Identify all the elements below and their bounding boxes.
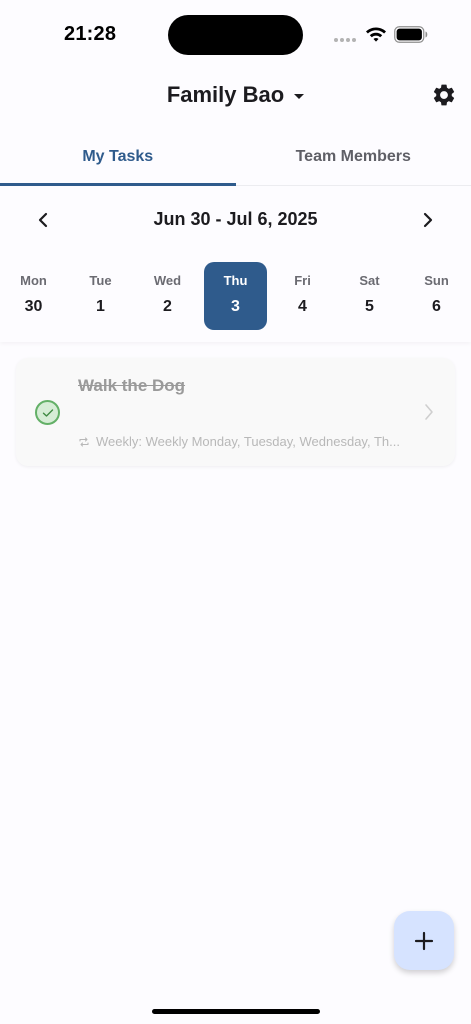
battery-icon [394,26,428,43]
status-time: 21:28 [64,23,117,45]
day-number: 4 [298,298,307,315]
day-number: 30 [24,298,43,315]
wifi-icon [366,27,386,42]
gear-icon[interactable] [431,82,457,108]
day-fri[interactable]: Fri 4 [271,262,334,330]
day-number: 2 [163,298,172,315]
day-sat[interactable]: Sat 5 [338,262,401,330]
next-week-button[interactable] [415,207,441,233]
week-range-label: Jun 30 - Jul 6, 2025 [153,209,318,229]
tab-team-members[interactable]: Team Members [236,128,471,185]
week-navigation: Jun 30 - Jul 6, 2025 [0,204,471,236]
tab-bar: My Tasks Team Members [0,128,471,186]
add-task-button[interactable] [394,911,454,970]
day-number: 3 [231,298,240,315]
day-of-week: Sat [359,273,380,288]
day-sun[interactable]: Sun 6 [405,262,468,330]
team-name: Family Bao [166,82,285,107]
dynamic-island [168,15,303,55]
tab-my-tasks[interactable]: My Tasks [0,128,236,186]
day-mon[interactable]: Mon 30 [2,262,65,330]
day-tue[interactable]: Tue 1 [69,262,132,330]
day-number: 6 [432,298,441,315]
cellular-signal-icon [334,38,356,42]
status-bar: 21:28 [0,0,471,70]
day-of-week: Fri [294,273,311,288]
day-of-week: Tue [89,273,112,288]
check-icon [42,408,53,417]
plus-icon [414,931,434,950]
caret-down-icon [294,93,305,99]
task-complete-checkbox[interactable] [35,400,60,425]
task-card[interactable]: Walk the Dog Weekly: Weekly Monday, Tues… [16,358,455,466]
day-number: 1 [96,298,105,315]
repeat-icon [79,436,89,447]
chevron-right-icon [425,404,433,420]
chevron-right-icon [423,212,433,228]
task-title: Walk the Dog [78,376,186,395]
day-selector: Mon 30 Tue 1 Wed 2 Thu 3 Fri 4 Sat 5 Sun… [0,262,471,330]
day-of-week: Wed [153,273,182,288]
app-screen: 21:28 Family Bao My Tasks Team Members J… [0,0,471,1024]
task-recurrence: Weekly: Weekly Monday, Tuesday, Wednesda… [78,434,423,449]
week-section: Jun 30 - Jul 6, 2025 Mon 30 Tue 1 Wed 2 … [0,186,471,342]
day-of-week: Sun [424,273,449,288]
home-indicator [152,1009,320,1014]
day-number: 5 [365,298,374,315]
app-header: Family Bao [0,70,471,126]
day-thu[interactable]: Thu 3 [204,262,267,330]
task-recurrence-text: Weekly: Weekly Monday, Tuesday, Wednesda… [96,434,400,449]
day-wed[interactable]: Wed 2 [136,262,199,330]
day-of-week: Mon [20,273,47,288]
team-selector[interactable]: Family Bao [0,82,471,108]
day-of-week: Thu [223,273,248,288]
